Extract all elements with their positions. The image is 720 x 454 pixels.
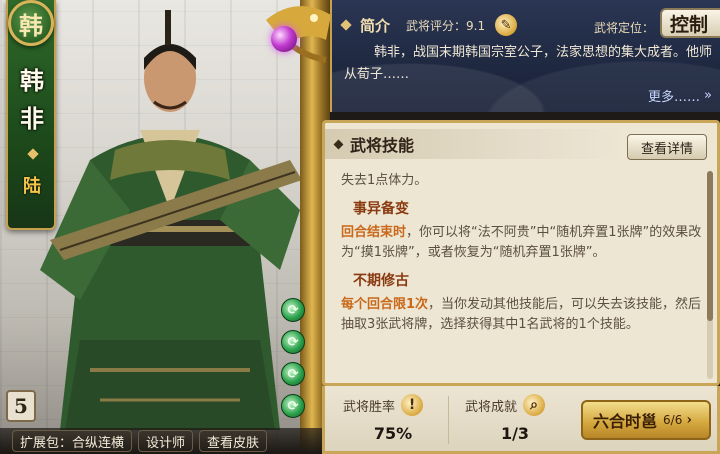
skill-trigger-1: 回合结束时 <box>341 225 407 240</box>
role-label: 武将定位： <box>594 21 655 35</box>
win-rate-value: 75% <box>373 424 413 443</box>
hero-level: 5 <box>6 390 36 422</box>
skill-name-1: 事异备变 <box>353 201 409 217</box>
hero-name-char-2: 非 <box>20 104 44 133</box>
skill-name-2: 不期修古 <box>353 273 409 289</box>
win-rate-label: 武将胜率 <box>343 399 396 415</box>
more-link[interactable]: 更多…… » <box>648 86 712 105</box>
achievement-stat: 武将成就 ⌕ 1/3 <box>465 394 565 443</box>
hero-portrait-panel: 韩 韩 非 陆 ⟳ ⟳ ⟳ ⟳ 5 扩展包：合纵连横 设计师 查看皮肤 <box>0 0 330 454</box>
hero-name-char-1: 韩 <box>20 66 44 95</box>
purple-orb-icon <box>271 26 297 52</box>
hero-rating: 武将评分：9.1 <box>406 18 486 33</box>
intro-panel: 简介 武将评分：9.1 ✎ 武将定位： 控制 韩非，战国末期韩国宗室公子，法家思… <box>330 0 720 112</box>
combo-count: 6/6 <box>663 413 683 427</box>
intro-title: 简介 <box>360 16 391 35</box>
green-swirl-icon[interactable]: ⟳ <box>281 330 305 354</box>
view-details-button[interactable]: 查看详情 <box>627 134 707 160</box>
intro-text: 韩非，战国末期韩国宗室公子，法家思想的集大成者。他师从荀子…… <box>344 45 713 82</box>
win-rate-stat: 武将胜率 ! 75% <box>343 394 443 443</box>
skills-header: 武将技能 <box>325 129 625 159</box>
role-badge: 控制 <box>660 8 720 38</box>
exclamation-icon[interactable]: ! <box>401 394 424 416</box>
achievement-label: 武将成就 <box>465 399 518 415</box>
skill-description-1: 回合结束时，你可以将“法不阿贵”中“随机弃置1张牌”的效果改为“摸1张牌”，或者… <box>341 223 709 263</box>
designer-button[interactable]: 设计师 <box>138 430 194 452</box>
kingdom-badge: 韩 <box>8 0 54 46</box>
intro-header: 简介 武将评分：9.1 ✎ <box>340 14 518 36</box>
achievement-label-row: 武将成就 ⌕ <box>465 394 565 416</box>
skills-diamond-ornament <box>333 139 344 149</box>
view-skins-button[interactable]: 查看皮肤 <box>199 430 268 452</box>
combo-label: 六合时邕 <box>593 412 658 431</box>
magnifier-icon[interactable]: ⌕ <box>523 394 546 416</box>
portrait-bottom-bar: 扩展包：合纵连横 设计师 查看皮肤 <box>0 428 330 454</box>
double-chevron-right-icon: » <box>704 88 712 103</box>
skill-trigger-2: 每个回合限1次 <box>341 297 429 312</box>
stats-bar: 武将胜率 ! 75% 武将成就 ⌕ 1/3 六合时邕 6/6 › <box>322 386 720 454</box>
green-swirl-icon[interactable]: ⟳ <box>281 362 305 386</box>
hero-name: 韩 非 <box>16 62 48 138</box>
win-rate-label-row: 武将胜率 ! <box>343 394 443 416</box>
green-swirl-icon[interactable]: ⟳ <box>281 394 305 418</box>
skills-title: 武将技能 <box>350 136 415 155</box>
intro-diamond-ornament <box>340 19 352 31</box>
more-link-label: 更多…… <box>648 90 701 105</box>
hero-tag: 陆 <box>23 176 41 197</box>
skills-scrollbar[interactable] <box>707 171 713 379</box>
green-swirl-icon[interactable]: ⟳ <box>281 298 305 322</box>
skill-intro-line: 失去1点体力。 <box>341 173 428 188</box>
skill-orb-column: ⟳ ⟳ ⟳ ⟳ <box>281 298 305 426</box>
skills-text-area[interactable]: 失去1点体力。 事异备变 回合结束时，你可以将“法不阿贵”中“随机弃置1张牌”的… <box>341 171 709 381</box>
notebook-icon[interactable]: ✎ <box>495 14 518 36</box>
achievement-value: 1/3 <box>500 424 530 443</box>
chevron-right-icon: › <box>686 412 692 428</box>
expansion-pack-button[interactable]: 扩展包：合纵连横 <box>12 430 133 452</box>
skills-panel: 武将技能 查看详情 失去1点体力。 事异备变 回合结束时，你可以将“法不阿贵”中… <box>322 120 720 386</box>
skills-scrollbar-thumb[interactable] <box>707 171 713 321</box>
skill-description-2: 每个回合限1次，当你发动其他技能后，可以失去该技能，然后抽取3张武将牌，选择获得… <box>341 295 709 335</box>
combo-button[interactable]: 六合时邕 6/6 › <box>581 400 711 440</box>
stats-divider <box>448 396 449 444</box>
